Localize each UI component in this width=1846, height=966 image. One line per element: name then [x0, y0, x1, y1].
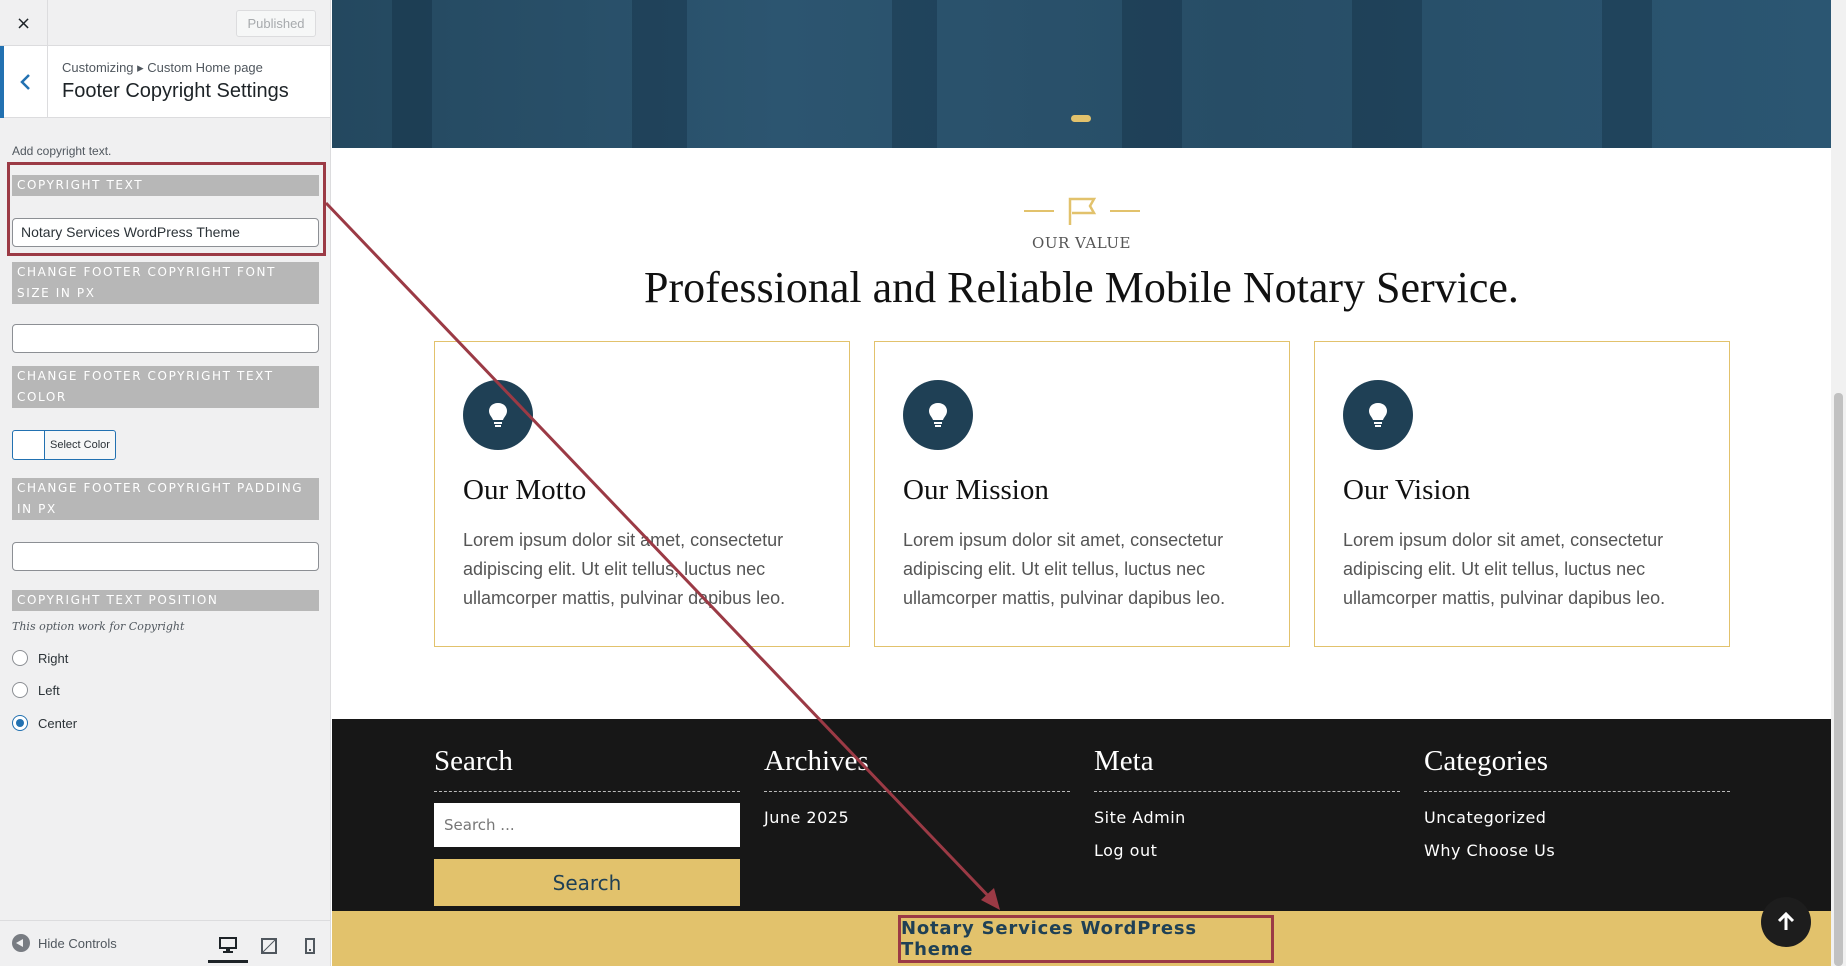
font-size-input[interactable] [12, 324, 319, 353]
category-link[interactable]: Uncategorized [1424, 808, 1546, 827]
copyright-text: Notary Services WordPress Theme [901, 918, 1197, 960]
device-mobile-button[interactable] [290, 929, 330, 963]
hero-column [392, 0, 432, 148]
category-link[interactable]: Why Choose Us [1424, 841, 1555, 860]
widget-divider [1094, 791, 1400, 792]
radio-button-checked[interactable] [12, 715, 28, 731]
meta-link[interactable]: Log out [1094, 841, 1157, 860]
arrow-up-icon [1777, 912, 1795, 930]
chevron-left-icon [19, 74, 30, 90]
section-title: Professional and Reliable Mobile Notary … [644, 263, 1519, 312]
radio-button[interactable] [12, 682, 28, 698]
mobile-icon [305, 938, 315, 954]
customizer-footer: Hide Controls [0, 920, 330, 966]
site-preview: OUR VALUE Professional and Reliable Mobi… [332, 0, 1831, 966]
device-desktop-button[interactable] [208, 929, 248, 963]
radio-label: Right [38, 650, 69, 666]
customizer-sidebar: × Published Customizing ▸ Custom Home pa… [0, 0, 331, 966]
search-button[interactable]: Search [434, 859, 740, 906]
annotation-highlight-box [7, 162, 326, 256]
card-title: Our Motto [463, 474, 587, 506]
card-icon-circle [463, 380, 533, 450]
hero-column [632, 0, 687, 148]
section-description: Add copyright text. [12, 144, 112, 158]
card-text: Lorem ipsum dolor sit amet, consectetur … [1343, 530, 1666, 608]
flag-icon [1024, 197, 1140, 225]
hero-column [892, 0, 937, 148]
value-card: Our Motto Lorem ipsum dolor sit amet, co… [434, 341, 850, 647]
annotation-highlight-box: Notary Services WordPress Theme [898, 915, 1274, 963]
widget-divider [764, 791, 1070, 792]
back-button[interactable] [0, 46, 48, 118]
footer-widgets: Search Search ... Search Archives June 2… [332, 719, 1831, 911]
hero-column [1352, 0, 1422, 148]
card-title: Our Vision [1343, 474, 1471, 506]
font-size-label: CHANGE FOOTER COPYRIGHT FONT SIZE IN PX [12, 262, 319, 304]
hide-controls-button[interactable]: Hide Controls [12, 934, 117, 952]
widget-title: Meta [1094, 745, 1154, 777]
meta-link[interactable]: Site Admin [1094, 808, 1186, 827]
radio-right[interactable]: Right [12, 650, 68, 666]
padding-label: CHANGE FOOTER COPYRIGHT PADDING IN PX [12, 478, 319, 520]
archive-link[interactable]: June 2025 [764, 808, 849, 827]
section-subtitle: OUR VALUE [1032, 234, 1131, 252]
widget-divider [434, 791, 740, 792]
lightbulb-icon [489, 403, 507, 427]
scroll-to-top-button[interactable] [1761, 897, 1811, 947]
lightbulb-icon [929, 403, 947, 427]
copyright-bar: Notary Services WordPress Theme [332, 911, 1831, 966]
widget-title: Archives [764, 745, 869, 777]
position-label: COPYRIGHT TEXT POSITION [12, 590, 319, 611]
text-color-label: CHANGE FOOTER COPYRIGHT TEXT COLOR [12, 366, 319, 408]
card-title: Our Mission [903, 474, 1049, 506]
select-color-label: Select Color [50, 439, 110, 451]
card-icon-circle [1343, 380, 1413, 450]
card-text: Lorem ipsum dolor sit amet, consectetur … [903, 530, 1226, 608]
radio-label: Center [38, 715, 78, 731]
card-text: Lorem ipsum dolor sit amet, consectetur … [463, 530, 786, 608]
section-header: Customizing ▸ Custom Home page Footer Co… [0, 46, 330, 118]
lightbulb-icon [1369, 403, 1387, 427]
customizer-topbar: × Published [0, 0, 330, 46]
radio-left[interactable]: Left [12, 682, 60, 698]
radio-center[interactable]: Center [12, 715, 77, 731]
hero-column [1602, 0, 1652, 148]
scrollbar-thumb[interactable] [1834, 393, 1843, 966]
card-icon-circle [903, 380, 973, 450]
section-title: Footer Copyright Settings [62, 80, 289, 102]
radio-label: Left [38, 682, 60, 698]
value-card: Our Mission Lorem ipsum dolor sit amet, … [874, 341, 1290, 647]
published-button[interactable]: Published [236, 10, 316, 37]
hero-column [1122, 0, 1182, 148]
hero-slider [332, 0, 1831, 148]
close-icon: × [15, 12, 32, 34]
hide-controls-label: Hide Controls [38, 935, 117, 951]
desktop-icon [219, 936, 237, 953]
value-card: Our Vision Lorem ipsum dolor sit amet, c… [1314, 341, 1730, 647]
breadcrumb: Customizing ▸ Custom Home page [62, 60, 263, 75]
radio-button[interactable] [12, 650, 28, 666]
padding-input[interactable] [12, 542, 319, 571]
preview-scrollbar[interactable] [1831, 0, 1846, 966]
color-swatch [13, 431, 45, 459]
widget-divider [1424, 791, 1730, 792]
select-color-button[interactable]: Select Color [12, 430, 116, 460]
tablet-icon [261, 938, 277, 954]
position-note: This option work for Copyright [12, 620, 185, 633]
close-button[interactable]: × [0, 0, 48, 46]
collapse-icon [12, 934, 30, 952]
widget-title: Categories [1424, 745, 1549, 777]
slider-dot[interactable] [1071, 115, 1091, 122]
search-input[interactable]: Search ... [434, 803, 740, 847]
widget-title: Search [434, 745, 513, 777]
device-tablet-button[interactable] [249, 929, 289, 963]
